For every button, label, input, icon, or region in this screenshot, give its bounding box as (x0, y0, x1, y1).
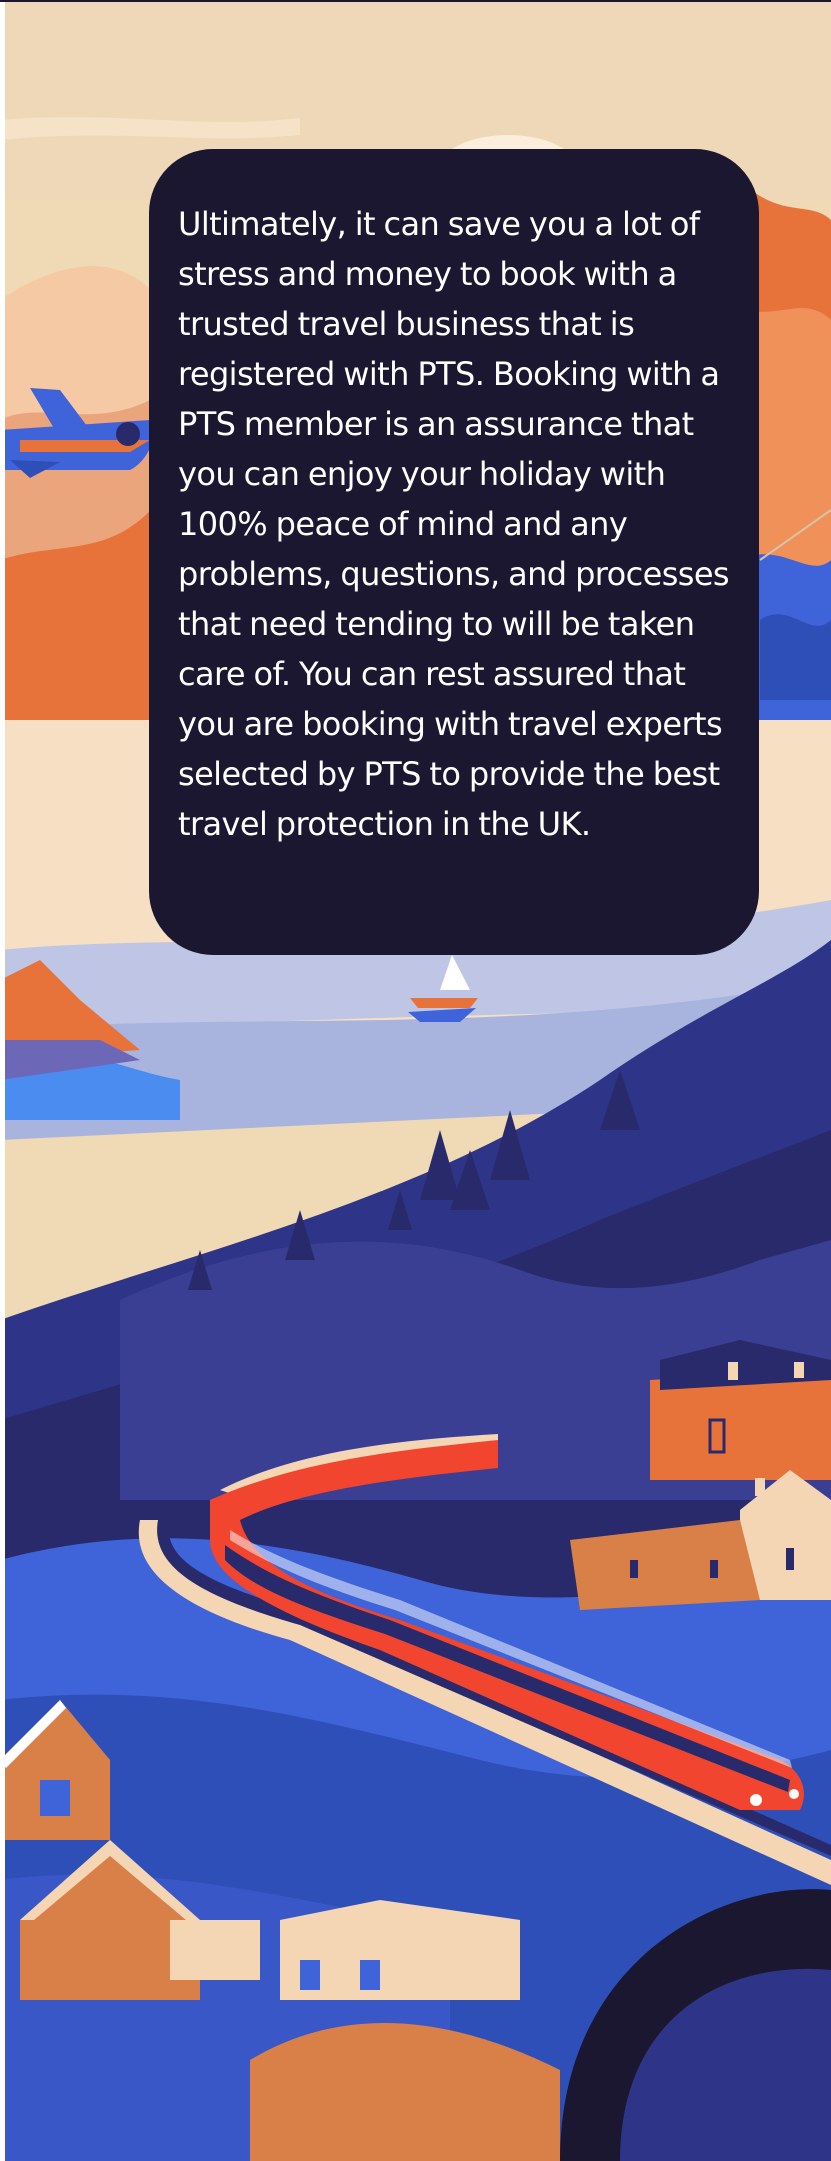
top-border (0, 0, 831, 2)
info-card: Ultimately, it can save you a lot of str… (149, 149, 759, 955)
left-edge-strip (0, 0, 5, 2161)
pts-assurance-paragraph: Ultimately, it can save you a lot of str… (178, 205, 730, 843)
page: Ultimately, it can save you a lot of str… (0, 0, 831, 2161)
